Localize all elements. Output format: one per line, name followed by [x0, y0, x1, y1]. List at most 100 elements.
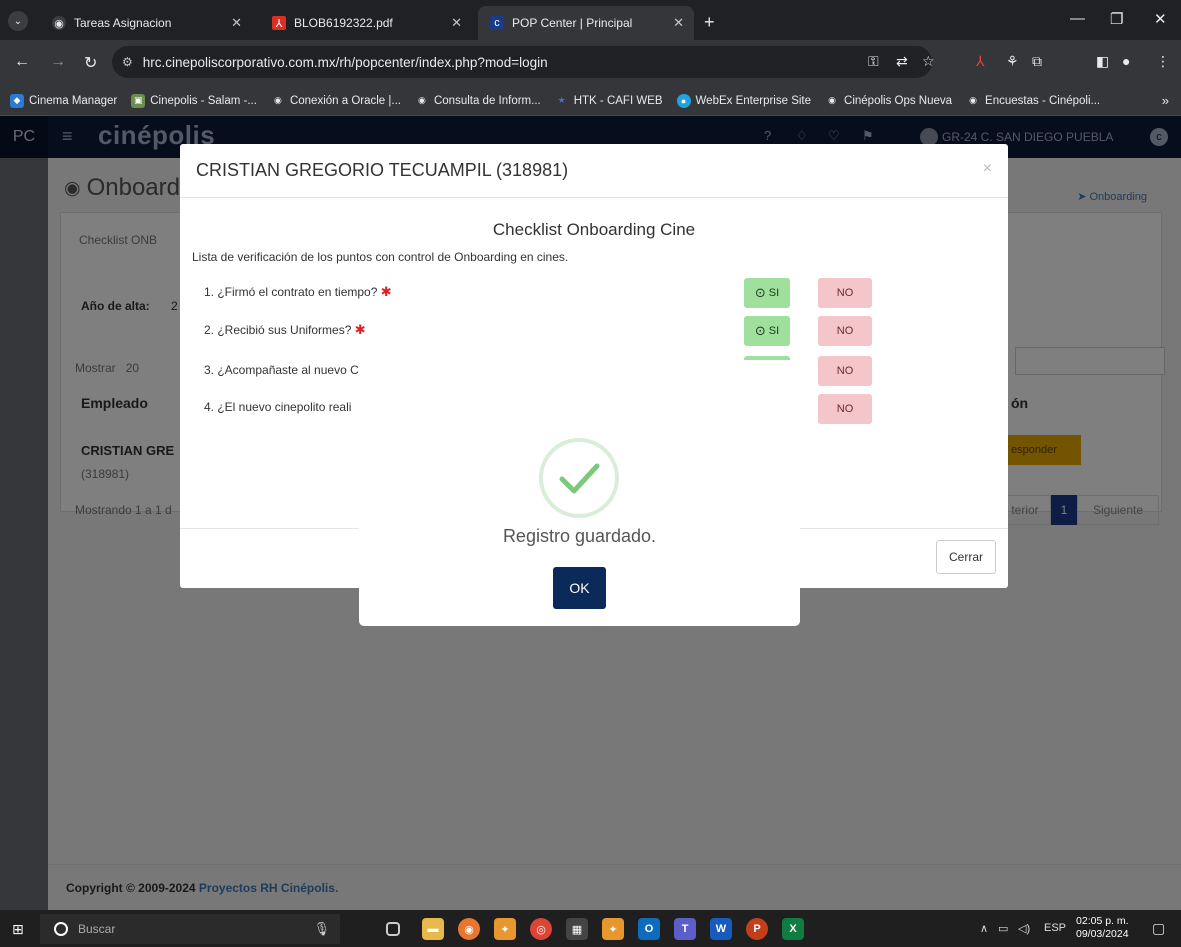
app-icon[interactable]: ✦	[602, 918, 624, 940]
file-explorer-icon[interactable]: ▬	[422, 918, 444, 940]
bookmark-consulta[interactable]: ◉ Consulta de Inform...	[415, 94, 541, 108]
bookmarks-bar: ◆ Cinema Manager ▣ Cinepolis - Salam -... …	[0, 86, 1181, 116]
required-icon: ✱	[380, 284, 392, 299]
windows-start-icon[interactable]: ⊞	[12, 921, 24, 938]
network-icon[interactable]: ▭	[998, 922, 1008, 935]
translate-icon[interactable]: ⇄	[896, 53, 908, 70]
app-icon[interactable]: ✦	[494, 918, 516, 940]
teams-icon[interactable]: T	[674, 918, 696, 940]
globe-icon: ◉	[969, 95, 977, 105]
checkmark-icon	[559, 463, 600, 494]
browser-tab-bar: ⌄ ◉ Tareas Asignacion ✕ ⅄ BLOB6192322.pd…	[0, 0, 1181, 40]
back-icon[interactable]: ←	[14, 53, 30, 71]
web-page: PC ≡ cinépolis ? ♢ ♡ ⚑ GR-24 C. SAN DIEG…	[0, 116, 1181, 910]
chrome-icon: ◉	[52, 16, 66, 30]
tab-title: POP Center | Principal	[512, 16, 633, 30]
address-bar: ← → ↻ ⚙ hrc.cinepoliscorporativo.com.mx/…	[0, 40, 1181, 86]
profile-icon[interactable]: ●	[1122, 53, 1130, 69]
q4-no-button[interactable]: NO	[818, 394, 872, 424]
checklist-description: Lista de verificación de los puntos con …	[192, 250, 569, 264]
forward-icon[interactable]: →	[50, 53, 66, 71]
tab-pdf[interactable]: ⅄ BLOB6192322.pdf ✕	[260, 6, 472, 40]
more-bookmarks-icon[interactable]: »	[1162, 93, 1169, 108]
language-indicator[interactable]: ESP	[1044, 922, 1066, 934]
tab-tareas-asignacion[interactable]: ◉ Tareas Asignacion ✕	[40, 6, 252, 40]
reload-icon[interactable]: ↻	[84, 53, 97, 73]
new-tab-icon[interactable]: +	[704, 12, 715, 33]
success-check-icon	[539, 438, 619, 518]
powerpoint-icon[interactable]: P	[746, 918, 768, 940]
q2-no-button[interactable]: NO	[818, 316, 872, 346]
close-icon[interactable]: ×	[983, 160, 992, 178]
task-view-icon[interactable]	[386, 922, 400, 936]
close-button[interactable]: Cerrar	[936, 540, 996, 574]
url-text: hrc.cinepoliscorporativo.com.mx/rh/popce…	[142, 54, 548, 70]
close-window-icon[interactable]: ✕	[1154, 10, 1167, 28]
sidepanel-icon[interactable]: ◧	[1096, 53, 1109, 70]
search-placeholder: Buscar	[78, 922, 116, 936]
alert-message: Registro guardado.	[502, 526, 657, 546]
chrome-icon[interactable]: ◎	[530, 918, 552, 940]
bookmark-htk-cafi[interactable]: ★ HTK - CAFI WEB	[555, 94, 663, 108]
check-circle-icon: ⊙	[754, 323, 766, 338]
site-info-icon[interactable]: ⚙	[122, 55, 133, 69]
q1-si-button[interactable]: ⊙ SI	[744, 278, 790, 308]
firefox-icon[interactable]: ◉	[458, 918, 480, 940]
required-icon: ✱	[354, 322, 366, 337]
q3-no-button[interactable]: NO	[818, 356, 872, 386]
q1-no-button[interactable]: NO	[818, 278, 872, 308]
volume-icon[interactable]: ◁)	[1018, 922, 1030, 935]
ok-button[interactable]: OK	[553, 567, 606, 609]
question-4: 4. ¿El nuevo cinepolito reali	[204, 400, 352, 414]
word-icon[interactable]: W	[710, 918, 732, 940]
tray-chevron-icon[interactable]: ∧	[980, 922, 988, 935]
puzzle-icon[interactable]: ⧉	[1032, 53, 1042, 70]
question-2: 2. ¿Recibió sus Uniformes? ✱	[204, 322, 366, 337]
excel-icon[interactable]: X	[782, 918, 804, 940]
bookmark-encuestas[interactable]: ◉ Encuestas - Cinépoli...	[966, 94, 1100, 108]
bookmark-star-icon[interactable]: ☆	[922, 53, 935, 70]
check-circle-icon: ⊙	[754, 285, 766, 300]
tab-pop-center[interactable]: c POP Center | Principal ✕	[478, 6, 694, 40]
bookmark-icon: ◆	[10, 93, 24, 108]
key-icon[interactable]: ⚿	[868, 53, 879, 70]
search-circle-icon	[54, 922, 68, 936]
question-1: 1. ¿Firmó el contrato en tiempo? ✱	[204, 284, 392, 299]
url-input[interactable]: ⚙ hrc.cinepoliscorporativo.com.mx/rh/pop…	[112, 46, 932, 78]
cinepolis-icon: c	[490, 16, 504, 30]
close-tab-icon[interactable]: ✕	[673, 15, 684, 31]
modal-title: CRISTIAN GREGORIO TECUAMPIL (318981)	[196, 160, 569, 180]
checklist-title: Checklist Onboarding Cine	[492, 220, 696, 239]
calculator-icon[interactable]: ▦	[566, 918, 588, 940]
q2-si-button[interactable]: ⊙ SI	[744, 316, 790, 346]
star-icon: ★	[557, 95, 566, 105]
bookmark-icon: ▣	[131, 93, 146, 108]
tab-title: Tareas Asignacion	[74, 16, 172, 30]
webex-icon: ●	[676, 93, 691, 108]
pdf-extension-icon[interactable]: ⅄	[976, 53, 985, 70]
menu-icon[interactable]: ⋮	[1156, 53, 1170, 70]
globe-icon: ◉	[418, 95, 426, 105]
pdf-icon: ⅄	[272, 16, 286, 30]
close-tab-icon[interactable]: ✕	[451, 15, 462, 31]
bookmark-cinepolis-salam[interactable]: ▣ Cinepolis - Salam -...	[131, 93, 257, 108]
minimize-icon[interactable]: —	[1070, 10, 1085, 27]
close-tab-icon[interactable]: ✕	[231, 15, 242, 31]
notification-icon[interactable]: ▢	[1152, 920, 1165, 937]
microphone-icon[interactable]: 🎙	[313, 921, 330, 937]
globe-icon: ◉	[828, 95, 836, 105]
modal-header: CRISTIAN GREGORIO TECUAMPIL (318981) ×	[180, 144, 1008, 198]
bookmark-webex[interactable]: ● WebEx Enterprise Site	[676, 93, 811, 108]
clock[interactable]: 02:05 p. m. 09/03/2024	[1076, 915, 1129, 941]
success-alert: Registro guardado. OK	[359, 360, 800, 626]
bookmark-cinepolis-ops[interactable]: ◉ Cinépolis Ops Nueva	[825, 94, 952, 108]
restore-icon[interactable]: ❐	[1110, 10, 1123, 28]
bookmark-conexion-oracle[interactable]: ◉ Conexión a Oracle |...	[271, 94, 401, 108]
extension-icon[interactable]: ⚘	[1006, 53, 1019, 70]
taskbar: ⊞ Buscar 🎙 ▬ ◉ ✦ ◎ ▦ ✦ O T W P X ∧ ▭ ◁) …	[0, 910, 1181, 947]
tab-search-icon[interactable]: ⌄	[8, 11, 28, 31]
outlook-icon[interactable]: O	[638, 918, 660, 940]
taskbar-search[interactable]: Buscar 🎙	[40, 914, 340, 944]
globe-icon: ◉	[274, 95, 282, 105]
bookmark-cinema-manager[interactable]: ◆ Cinema Manager	[10, 93, 117, 108]
